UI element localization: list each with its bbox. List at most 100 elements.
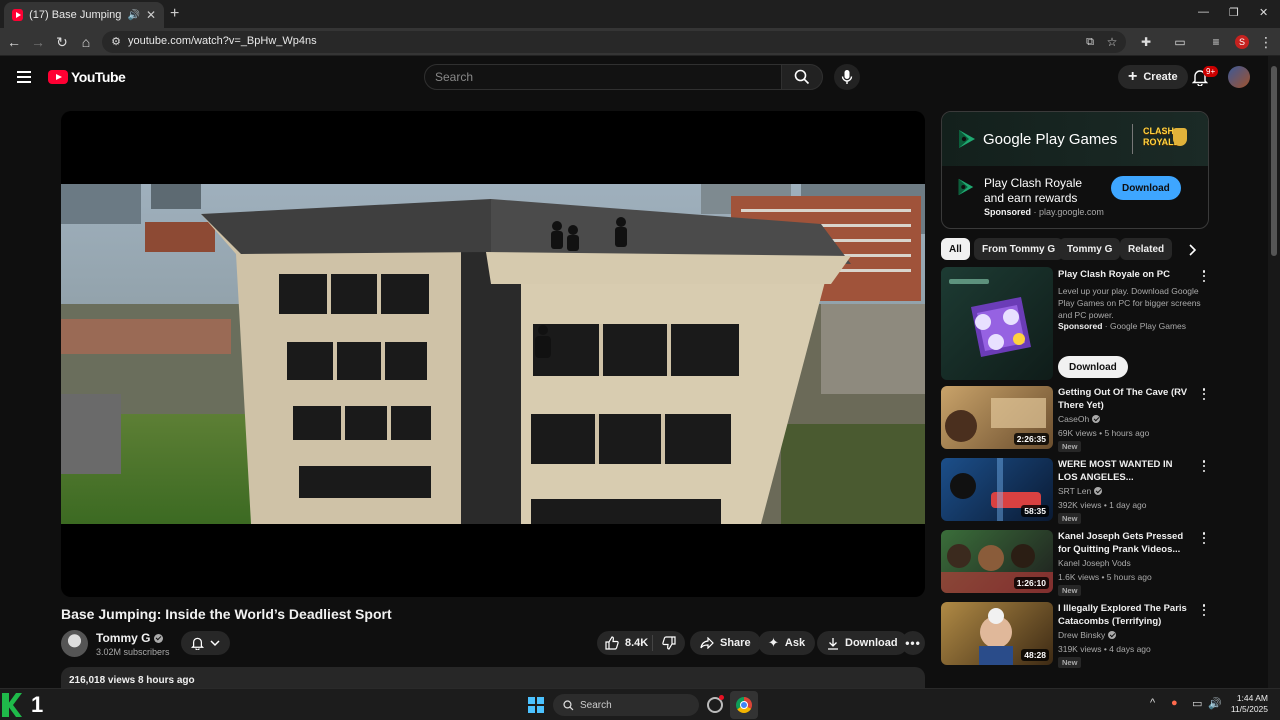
sponsored-ad-card[interactable]: Google Play Games CLASH ROYALE Play Clas… <box>941 111 1209 229</box>
address-bar[interactable]: ⚙ youtube.com/watch?v=_BpHw_Wp4ns ⧉ ☆ <box>102 31 1126 53</box>
bookmark-star-icon[interactable]: ☆ <box>1104 34 1120 50</box>
display-tray-icon[interactable]: ▭ <box>1192 697 1202 710</box>
chevron-up-icon[interactable]: ^ <box>1150 697 1155 709</box>
more-vertical-icon[interactable] <box>1200 388 1208 400</box>
download-label: Download <box>845 637 898 649</box>
search-button[interactable] <box>781 64 823 90</box>
share-button[interactable]: Share <box>690 631 761 655</box>
ad-title[interactable]: Play Clash Royale and earn rewards <box>984 176 1104 206</box>
ad-download-button[interactable]: Download <box>1111 176 1181 200</box>
recommendation-title[interactable]: I Illegally Explored The Paris Catacombs… <box>1058 602 1193 628</box>
profile-avatar[interactable]: S <box>1235 35 1249 49</box>
volume-tray-icon[interactable]: 🔊 <box>1208 697 1222 710</box>
youtube-logo-text: YouTube <box>71 69 126 85</box>
forward-icon[interactable]: → <box>30 34 46 50</box>
more-vertical-icon[interactable] <box>1200 460 1208 472</box>
youtube-logo[interactable]: YouTube <box>48 69 126 85</box>
recommendation-meta: 1.6K views • 5 hours ago <box>1058 572 1152 582</box>
recommendation-channel-row[interactable]: Kanel Joseph Vods <box>1058 558 1131 568</box>
create-button[interactable]: + Create <box>1118 65 1188 89</box>
ad-download-button[interactable]: Download <box>1058 356 1128 378</box>
channel-name[interactable]: Tommy G <box>96 631 150 645</box>
user-avatar[interactable] <box>1228 66 1250 88</box>
ad-banner[interactable]: Google Play Games CLASH ROYALE <box>942 112 1208 166</box>
youtube-play-logo-icon <box>48 70 68 84</box>
side-panel-icon[interactable]: ▭ <box>1172 34 1188 50</box>
more-actions-button[interactable]: ••• <box>901 631 925 655</box>
windows-start-icon[interactable] <box>528 697 544 713</box>
video-frame-scene <box>61 184 925 524</box>
microphone-tray-icon[interactable]: ● <box>1171 697 1178 709</box>
recommendation-channel-row[interactable]: Drew Binsky <box>1058 630 1117 640</box>
recommendation-channel[interactable]: SRT Len <box>1058 486 1091 496</box>
recommendation-channel-row[interactable]: SRT Len <box>1058 486 1103 496</box>
recommendation-title[interactable]: WERE MOST WANTED IN LOS ANGELES... <box>1058 458 1193 484</box>
search-input[interactable] <box>435 70 755 84</box>
system-clock[interactable]: 1:44 AM 11/5/2025 <box>1226 693 1268 715</box>
back-icon[interactable]: ← <box>6 34 22 50</box>
video-duration: 2:26:35 <box>1013 433 1049 445</box>
home-icon[interactable]: ⌂ <box>78 34 94 50</box>
recommendation-channel[interactable]: CaseOh <box>1058 414 1089 424</box>
ask-button[interactable]: ✦ Ask <box>758 631 816 655</box>
media-controls-icon[interactable]: ≡ <box>1208 34 1224 50</box>
scrollbar-thumb[interactable] <box>1271 66 1277 256</box>
install-app-icon[interactable]: ⧉ <box>1082 34 1098 50</box>
minimize-icon[interactable]: — <box>1198 6 1209 18</box>
browser-tab[interactable]: (17) Base Jumping: Inside the 🔊 ✕ <box>4 2 164 28</box>
taskbar-search[interactable]: Search <box>553 694 699 716</box>
chrome-taskbar-button[interactable] <box>730 691 758 719</box>
recommendation-channel[interactable]: Kanel Joseph Vods <box>1058 558 1131 568</box>
channel-avatar[interactable] <box>61 630 88 657</box>
video-thumbnail[interactable]: 48:28 <box>941 602 1053 665</box>
page-scrollbar[interactable] <box>1268 56 1280 688</box>
new-badge: New <box>1058 585 1082 596</box>
chevron-right-icon[interactable] <box>1187 244 1197 256</box>
more-vertical-icon[interactable] <box>1200 532 1208 544</box>
ad-thumbnail[interactable] <box>941 267 1053 380</box>
restore-icon[interactable]: ❐ <box>1229 6 1239 19</box>
new-tab-button[interactable]: + <box>170 5 179 23</box>
chip-tommy-g[interactable]: Tommy G <box>1059 238 1121 260</box>
kick-app-icon[interactable] <box>2 693 22 717</box>
verified-icon <box>154 633 164 643</box>
voice-search-button[interactable] <box>834 64 860 90</box>
video-thumbnail[interactable]: 58:35 <box>941 458 1053 521</box>
recommendation-channel[interactable]: Drew Binsky <box>1058 630 1105 640</box>
video-player[interactable] <box>61 111 925 597</box>
chip-related[interactable]: Related <box>1120 238 1173 260</box>
sponsored-label: Sponsored <box>984 207 1032 217</box>
clock-date: 11/5/2025 <box>1230 704 1268 714</box>
like-count: 8.4K <box>625 637 649 649</box>
extensions-icon[interactable]: ✚ <box>1138 34 1154 50</box>
recommendation-title[interactable]: Getting Out Of The Cave (RV There Yet) <box>1058 386 1193 412</box>
video-thumbnail[interactable]: 1:26:10 <box>941 530 1053 593</box>
more-vertical-icon[interactable] <box>1200 604 1208 616</box>
site-info-icon[interactable]: ⚙ <box>108 34 124 50</box>
like-button[interactable]: 8.4K <box>597 635 653 651</box>
tab-title: (17) Base Jumping: Inside the <box>29 9 122 21</box>
search-box <box>424 64 782 90</box>
close-window-icon[interactable]: ✕ <box>1259 6 1268 19</box>
chip-from-tommy-g[interactable]: From Tommy G <box>974 238 1064 260</box>
menu-hamburger-icon[interactable] <box>17 71 31 86</box>
recommendation-channel-row[interactable]: CaseOh <box>1058 414 1101 424</box>
chip-all[interactable]: All <box>941 238 970 260</box>
recommendation-title[interactable]: Kanel Joseph Gets Pressed for Quitting P… <box>1058 530 1193 556</box>
more-vertical-icon[interactable] <box>1200 270 1208 282</box>
video-title: Base Jumping: Inside the World’s Deadlie… <box>61 606 392 622</box>
chrome-menu-icon[interactable]: ⋮ <box>1258 34 1274 50</box>
search-icon <box>794 69 810 85</box>
channel-name-row[interactable]: Tommy G <box>96 631 164 645</box>
close-tab-icon[interactable]: ✕ <box>146 8 156 22</box>
download-button[interactable]: Download <box>817 631 908 655</box>
bell-icon <box>191 637 204 650</box>
recommendation-title[interactable]: Play Clash Royale on PC <box>1058 268 1193 281</box>
plus-icon: + <box>1128 68 1138 85</box>
speaker-icon[interactable]: 🔊 <box>127 10 139 21</box>
dislike-button[interactable] <box>653 636 685 650</box>
video-thumbnail[interactable]: 2:26:35 <box>941 386 1053 449</box>
subscribe-bell-button[interactable] <box>181 631 230 655</box>
reload-icon[interactable]: ↻ <box>54 34 70 50</box>
more-horizontal-icon: ••• <box>905 636 921 650</box>
